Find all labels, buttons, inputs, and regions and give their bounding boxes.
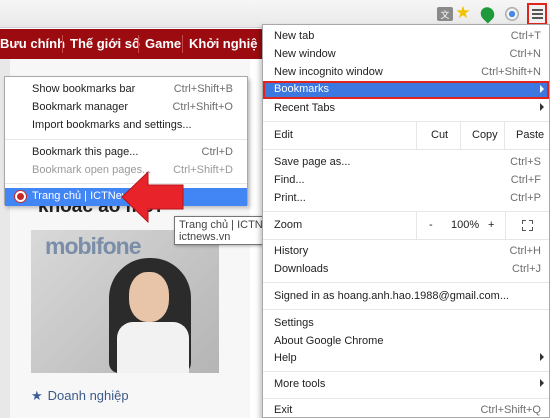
copy-button[interactable]: Copy [460, 122, 504, 149]
tooltip-title: Trang chủ | ICTNews [179, 219, 283, 231]
bookmark-manager-item[interactable]: Bookmark manager Ctrl+Shift+O [5, 99, 247, 117]
chevron-right-icon [540, 379, 544, 387]
settings-item[interactable]: Settings [263, 315, 549, 333]
edit-row: Edit Cut Copy Paste [263, 122, 549, 149]
category-link[interactable]: ★ Doanh nghiệp [31, 388, 129, 404]
chrome-menu: New tab Ctrl+T New window Ctrl+N New inc… [262, 24, 550, 418]
nav-divider [62, 35, 63, 53]
nav-item-khoi-nghiep[interactable]: Khởi nghiệ [189, 36, 257, 51]
zoom-row: Zoom - 100% + [263, 212, 549, 239]
downloads-item[interactable]: Downloads Ctrl+J [263, 261, 549, 279]
chevron-right-icon [540, 85, 544, 93]
print-item[interactable]: Print... Ctrl+P [263, 190, 549, 208]
zoom-level: 100% [451, 219, 480, 231]
menu-separator [263, 371, 549, 372]
bookmark-tooltip: Trang chủ | ICTNews ictnews.vn [174, 216, 283, 245]
hamburger-menu-icon[interactable] [527, 3, 547, 25]
ictnews-favicon-icon [15, 191, 26, 202]
save-page-item[interactable]: Save page as... Ctrl+S [263, 154, 549, 172]
article-image[interactable]: mobifone [31, 230, 219, 373]
signed-in-item[interactable]: Signed in as hoang.anh.hao.1988@gmail.co… [263, 288, 549, 306]
star-icon[interactable]: ★ [454, 3, 472, 22]
menu-separator [263, 309, 549, 310]
nav-item-the-gioi-so[interactable]: Thế giới số [70, 36, 140, 51]
person-face [129, 272, 169, 322]
zoom-in-button[interactable]: + [477, 212, 505, 239]
nav-divider [138, 35, 139, 53]
zoom-out-button[interactable]: - [416, 212, 446, 239]
chevron-right-icon [540, 103, 544, 111]
menu-separator [263, 398, 549, 399]
nav-divider [182, 35, 183, 53]
find-item[interactable]: Find... Ctrl+F [263, 172, 549, 190]
new-incognito-item[interactable]: New incognito window Ctrl+Shift+N [263, 64, 549, 82]
nav-item-game[interactable]: Game [145, 36, 181, 51]
menu-separator [263, 239, 549, 240]
fullscreen-icon [522, 220, 533, 231]
cut-button[interactable]: Cut [416, 122, 460, 149]
bookmarks-item[interactable]: Bookmarks [263, 81, 549, 99]
menu-separator [263, 282, 549, 283]
show-bookmarks-bar-item[interactable]: Show bookmarks bar Ctrl+Shift+B [5, 81, 247, 99]
new-tab-item[interactable]: New tab Ctrl+T [263, 28, 549, 46]
exit-item[interactable]: Exit Ctrl+Shift+Q [263, 402, 549, 418]
menu-separator [5, 139, 247, 140]
chrome-remote-icon[interactable] [503, 5, 521, 23]
nav-item-buu-chinh[interactable]: Bưu chính [0, 36, 65, 51]
import-bookmarks-item[interactable]: Import bookmarks and settings... [5, 117, 247, 135]
menu-separator [263, 149, 549, 150]
chevron-right-icon [540, 353, 544, 361]
about-chrome-item[interactable]: About Google Chrome [263, 333, 549, 351]
translate-icon[interactable]: 文 [437, 7, 453, 21]
mobifone-logo: mobifone [45, 233, 141, 259]
more-tools-item[interactable]: More tools [263, 376, 549, 394]
category-label: Doanh nghiệp [47, 388, 129, 403]
help-item[interactable]: Help [263, 350, 549, 368]
fullscreen-button[interactable] [505, 212, 549, 239]
person-shirt [117, 322, 189, 373]
paste-button[interactable]: Paste [504, 122, 549, 149]
new-window-item[interactable]: New window Ctrl+N [263, 46, 549, 64]
extension-icon[interactable] [477, 4, 497, 24]
history-item[interactable]: History Ctrl+H [263, 243, 549, 261]
recent-tabs-item[interactable]: Recent Tabs [263, 100, 549, 118]
bookmark-this-page-item[interactable]: Bookmark this page... Ctrl+D [5, 144, 247, 162]
star-icon: ★ [31, 388, 43, 403]
tooltip-url: ictnews.vn [179, 231, 231, 243]
